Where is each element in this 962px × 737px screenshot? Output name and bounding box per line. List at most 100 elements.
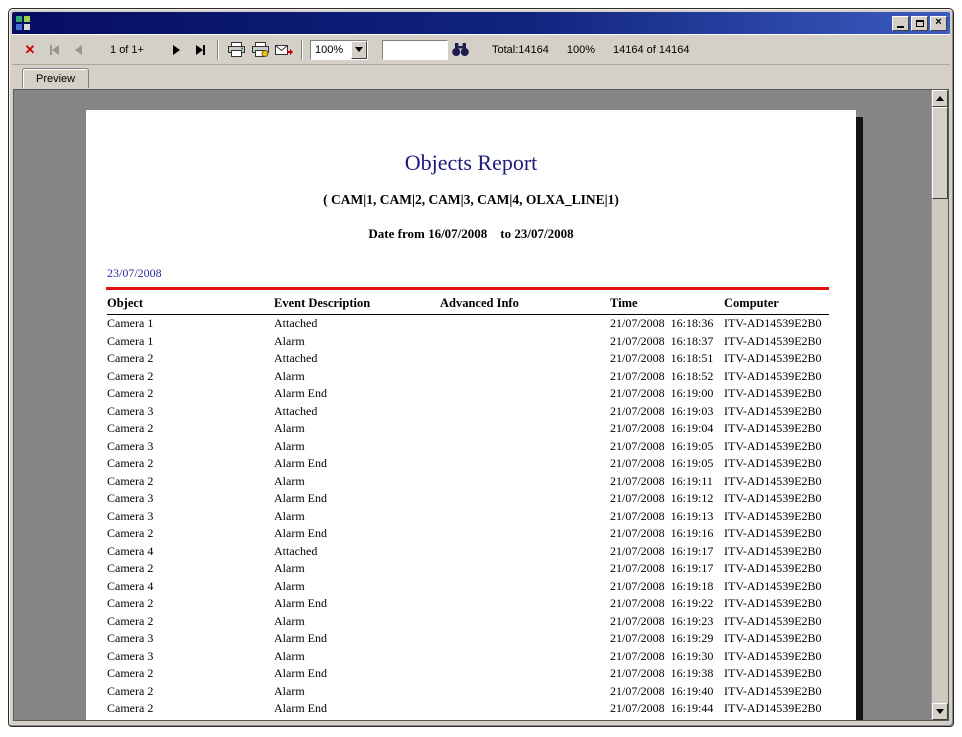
table-cell: ITV-AD14539E2B0 (724, 630, 829, 648)
toolbar-separator (301, 40, 303, 60)
first-page-icon (50, 45, 59, 55)
table-cell: ITV-AD14539E2B0 (724, 438, 829, 456)
table-cell: Camera 2 (107, 385, 274, 403)
table-cell: ITV-AD14539E2B0 (724, 683, 829, 701)
last-page-button[interactable] (188, 38, 212, 61)
first-page-button[interactable] (42, 38, 66, 61)
table-cell: ITV-AD14539E2B0 (724, 578, 829, 596)
table-cell: ITV-AD14539E2B0 (724, 368, 829, 386)
close-view-button[interactable]: ✕ (18, 38, 42, 61)
table-cell: ITV-AD14539E2B0 (724, 560, 829, 578)
table-cell: ITV-AD14539E2B0 (724, 490, 829, 508)
table-row: Camera 2Alarm21/07/2008 16:18:52ITV-AD14… (107, 368, 829, 386)
export-icon (274, 42, 294, 58)
table-cell: 21/07/2008 16:18:37 (610, 333, 724, 351)
arrow-down-icon (936, 709, 944, 714)
table-cell (440, 368, 610, 386)
next-page-button[interactable] (164, 38, 188, 61)
zoom-dropdown-button[interactable] (351, 41, 367, 59)
table-row: Camera 2Alarm End21/07/2008 16:19:05ITV-… (107, 455, 829, 473)
column-header-time: Time (610, 293, 724, 315)
table-cell (440, 718, 610, 722)
search-input[interactable] (382, 40, 448, 60)
table-cell (440, 438, 610, 456)
column-header-event: Event Description (274, 293, 440, 315)
table-cell: Attached (274, 403, 440, 421)
table-cell: Alarm (274, 560, 440, 578)
table-cell: Camera 1 (107, 333, 274, 351)
table-row: Camera 2Alarm End21/07/2008 16:19:44ITV-… (107, 700, 829, 718)
preview-area: Objects Report ( CAM|1, CAM|2, CAM|3, CA… (13, 89, 949, 721)
table-cell: Camera 2 (107, 683, 274, 701)
arrow-up-icon (936, 96, 944, 101)
table-row: Camera 2Alarm21/07/2008 16:19:40ITV-AD14… (107, 683, 829, 701)
table-cell: Camera 2 (107, 455, 274, 473)
group-divider-rule (106, 287, 829, 290)
vertical-scrollbar[interactable] (931, 90, 948, 720)
zoom-value: 100% (311, 44, 351, 56)
table-cell: Camera 2 (107, 718, 274, 722)
tab-preview[interactable]: Preview (22, 68, 89, 88)
table-cell (440, 683, 610, 701)
previous-page-icon (75, 45, 82, 55)
table-cell: 21/07/2008 16:19:45 (610, 718, 724, 722)
table-cell (440, 543, 610, 561)
maximize-icon (916, 20, 924, 27)
maximize-button[interactable] (911, 16, 928, 31)
report-table: Object Event Description Advanced Info T… (107, 293, 829, 721)
next-page-icon (173, 45, 180, 55)
table-cell: Alarm (274, 718, 440, 722)
table-cell: Alarm (274, 508, 440, 526)
minimize-button[interactable] (892, 16, 909, 31)
last-page-icon (196, 45, 205, 55)
table-row: Camera 2Alarm End21/07/2008 16:19:38ITV-… (107, 665, 829, 683)
table-row: Camera 3Alarm End21/07/2008 16:19:12ITV-… (107, 490, 829, 508)
report-page: Objects Report ( CAM|1, CAM|2, CAM|3, CA… (86, 110, 856, 721)
table-row: Camera 2Alarm21/07/2008 16:19:23ITV-AD14… (107, 613, 829, 631)
table-cell: 21/07/2008 16:19:38 (610, 665, 724, 683)
table-cell: ITV-AD14539E2B0 (724, 350, 829, 368)
previous-page-button[interactable] (66, 38, 90, 61)
table-cell: Alarm End (274, 385, 440, 403)
table-cell: Attached (274, 543, 440, 561)
table-cell: Alarm End (274, 490, 440, 508)
table-cell: Alarm (274, 648, 440, 666)
zoom-select[interactable]: 100% (310, 40, 368, 60)
table-cell: ITV-AD14539E2B0 (724, 665, 829, 683)
close-button[interactable]: × (930, 16, 947, 31)
title-bar[interactable]: × (12, 12, 950, 34)
table-cell (440, 525, 610, 543)
table-cell: Camera 2 (107, 560, 274, 578)
table-cell: Alarm End (274, 630, 440, 648)
table-cell: ITV-AD14539E2B0 (724, 613, 829, 631)
search-button[interactable] (448, 38, 472, 61)
print-button[interactable] (224, 38, 248, 61)
table-cell: Alarm (274, 473, 440, 491)
table-cell: Attached (274, 315, 440, 333)
table-cell: 21/07/2008 16:19:13 (610, 508, 724, 526)
scroll-up-button[interactable] (932, 90, 948, 107)
tab-preview-label: Preview (36, 73, 75, 85)
table-cell: 21/07/2008 16:19:23 (610, 613, 724, 631)
table-row: Camera 2Alarm End21/07/2008 16:19:22ITV-… (107, 595, 829, 613)
table-cell (440, 700, 610, 718)
scroll-down-button[interactable] (932, 703, 948, 720)
scrollbar-thumb[interactable] (932, 107, 948, 199)
table-header-row: Object Event Description Advanced Info T… (107, 293, 829, 315)
table-cell: ITV-AD14539E2B0 (724, 455, 829, 473)
table-cell: 21/07/2008 16:18:36 (610, 315, 724, 333)
table-row: Camera 2Attached21/07/2008 16:18:51ITV-A… (107, 350, 829, 368)
table-cell: Camera 2 (107, 368, 274, 386)
table-row: Camera 1Alarm21/07/2008 16:18:37ITV-AD14… (107, 333, 829, 351)
export-button[interactable] (272, 38, 296, 61)
table-cell: Alarm (274, 683, 440, 701)
table-cell: ITV-AD14539E2B0 (724, 420, 829, 438)
table-cell: Alarm (274, 333, 440, 351)
print-setup-button[interactable] (248, 38, 272, 61)
table-cell: 21/07/2008 16:19:17 (610, 543, 724, 561)
report-viewer-window: × ✕ 1 of 1+ (8, 8, 954, 727)
table-cell (440, 455, 610, 473)
column-header-computer: Computer (724, 293, 829, 315)
table-cell: 21/07/2008 16:19:05 (610, 438, 724, 456)
table-cell: ITV-AD14539E2B0 (724, 508, 829, 526)
